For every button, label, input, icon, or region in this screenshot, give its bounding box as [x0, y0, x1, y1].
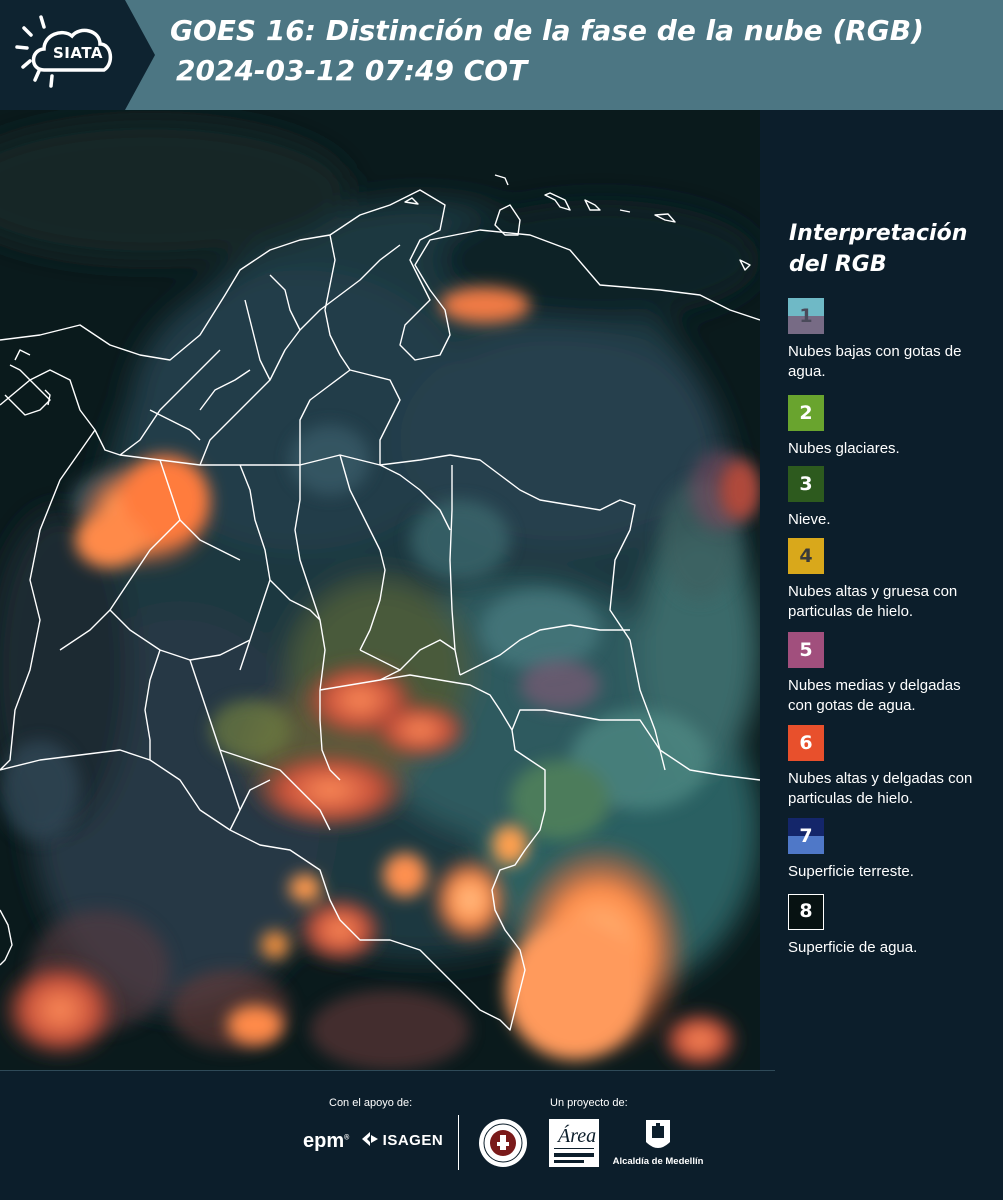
area-metropolitana-logo: Área — [548, 1118, 600, 1168]
legend-number-2: 2 — [799, 402, 813, 424]
legend-label-8: Superficie de agua. — [788, 939, 918, 956]
isagen-icon — [362, 1132, 378, 1146]
legend-swatch-5: 5 — [788, 632, 824, 668]
alcaldia-medellin-logo: Alcaldía de Medellín — [612, 1118, 704, 1170]
area-metropolitana-mark: Área — [549, 1119, 599, 1167]
legend-swatch-1: 1 — [788, 298, 824, 334]
legend-label-6: Nubes altas y delgadas con particulas de… — [788, 770, 973, 807]
legend-number-1: 1 — [799, 305, 813, 327]
siata-logo: SIATA — [0, 0, 155, 110]
siata-logo-text: SIATA — [53, 44, 104, 62]
legend-label-4: Nubes altas y gruesa con particulas de h… — [788, 583, 958, 620]
legend-swatch-6: 6 — [788, 725, 824, 761]
alcaldia-shield-icon — [646, 1120, 670, 1148]
legend-item-3: 3 Nieve. — [788, 466, 988, 530]
legend-label-7: Superficie terreste. — [788, 863, 914, 880]
support-label: Con el apoyo de: — [329, 1097, 413, 1109]
epm-logo-text: epm — [303, 1130, 345, 1152]
alcaldia-text: Alcaldía de Medellín — [612, 1156, 704, 1167]
legend-item-4: 4 Nubes altas y gruesa con particulas de… — [788, 538, 988, 622]
legend-item-6: 6 Nubes altas y delgadas con particulas … — [788, 725, 988, 809]
isagen-logo: ISAGEN — [362, 1132, 443, 1149]
legend-label-1: Nubes bajas con gotas de agua. — [788, 343, 962, 380]
legend-swatch-4: 4 — [788, 538, 824, 574]
legend-item-5: 5 Nubes medias y delgadas con gotas de a… — [788, 632, 988, 716]
legend-number-6: 6 — [799, 732, 813, 754]
legend-label-5: Nubes medias y delgadas con gotas de agu… — [788, 677, 961, 714]
legend-number-3: 3 — [799, 473, 813, 495]
legend-number-8: 8 — [799, 900, 813, 922]
isagen-logo-text: ISAGEN — [382, 1132, 444, 1149]
legend-swatch-3: 3 — [788, 466, 824, 502]
page-timestamp: 2024-03-12 07:49 COT — [176, 54, 528, 87]
legend-label-3: Nieve. — [788, 511, 831, 528]
legend-item-2: 2 Nubes glaciares. — [788, 395, 988, 459]
footer-separator — [0, 1070, 775, 1071]
legend-title: Interpretación del RGB — [789, 221, 968, 277]
page-title: GOES 16: Distinción de la fase de la nub… — [170, 14, 924, 47]
legend-item-8: 8 Superficie de agua. — [788, 894, 988, 958]
legend-item-7: 7 Superficie terreste. — [788, 818, 988, 882]
legend-swatch-8: 8 — [788, 894, 824, 930]
project-label: Un proyecto de: — [550, 1097, 628, 1109]
footer: Con el apoyo de: Un proyecto de: epm® IS… — [0, 1070, 1003, 1200]
legend-label-2: Nubes glaciares. — [788, 440, 900, 457]
satellite-map — [0, 110, 760, 1070]
legend-number-5: 5 — [799, 639, 813, 661]
siata-seal-icon — [479, 1119, 527, 1167]
header-bar: SIATA GOES 16: Distinción de la fase de … — [0, 0, 1003, 110]
legend-swatch-2: 2 — [788, 395, 824, 431]
legend-panel: Interpretación del RGB 1 Nubes bajas con… — [760, 110, 1003, 1070]
svg-text:Área: Área — [556, 1124, 596, 1147]
epm-logo: epm® — [303, 1130, 350, 1152]
legend-number-4: 4 — [799, 545, 813, 567]
footer-divider — [458, 1115, 459, 1170]
legend-number-7: 7 — [799, 825, 813, 847]
legend-item-1: 1 Nubes bajas con gotas de agua. — [788, 298, 988, 382]
legend-swatch-7: 7 — [788, 818, 824, 854]
satellite-image — [0, 110, 760, 1070]
